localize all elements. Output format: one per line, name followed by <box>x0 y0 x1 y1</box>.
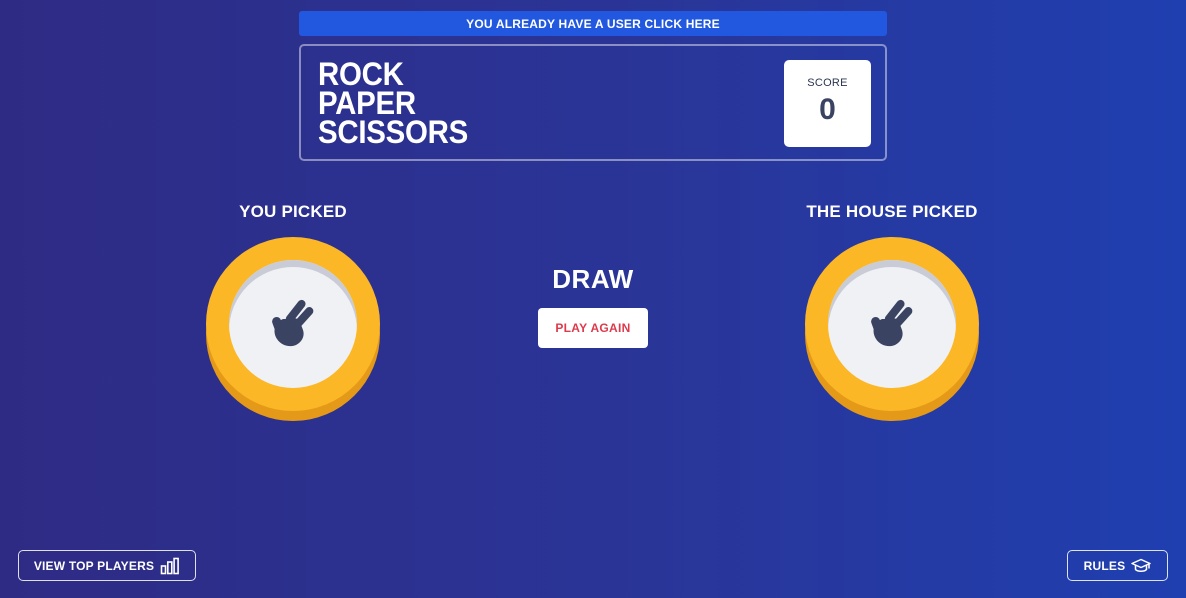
rules-button[interactable]: RULES <box>1067 550 1168 581</box>
view-top-players-button[interactable]: VIEW TOP PLAYERS <box>18 550 196 581</box>
game-title: ROCK PAPER SCISSORS <box>318 58 481 150</box>
token-inner <box>828 260 956 388</box>
graduation-cap-icon <box>1131 558 1152 572</box>
game-header: ROCK PAPER SCISSORS SCORE 0 <box>299 44 887 161</box>
player-pick-token <box>206 237 380 421</box>
play-again-button[interactable]: PLAY AGAIN <box>538 308 648 348</box>
house-picked-label: THE HOUSE PICKED <box>806 202 978 221</box>
login-banner-button[interactable]: YOU ALREADY HAVE A USER CLICK HERE <box>299 11 887 36</box>
rules-label: RULES <box>1083 558 1126 573</box>
login-banner-label: YOU ALREADY HAVE A USER CLICK HERE <box>466 16 720 31</box>
you-picked-label: YOU PICKED <box>239 202 347 221</box>
score-label: SCORE <box>807 76 848 89</box>
scissors-hand-icon <box>871 299 913 347</box>
token-inner <box>229 260 357 388</box>
title-line-scissors: SCISSORS <box>318 114 468 150</box>
score-value: 0 <box>819 92 836 126</box>
view-top-players-label: VIEW TOP PLAYERS <box>33 558 155 573</box>
play-again-label: PLAY AGAIN <box>555 321 631 335</box>
house-pick-token <box>805 237 979 421</box>
bar-chart-icon <box>160 557 180 574</box>
score-card: SCORE 0 <box>784 60 871 147</box>
scissors-hand-icon <box>272 299 314 347</box>
result-text: DRAW <box>552 264 634 294</box>
